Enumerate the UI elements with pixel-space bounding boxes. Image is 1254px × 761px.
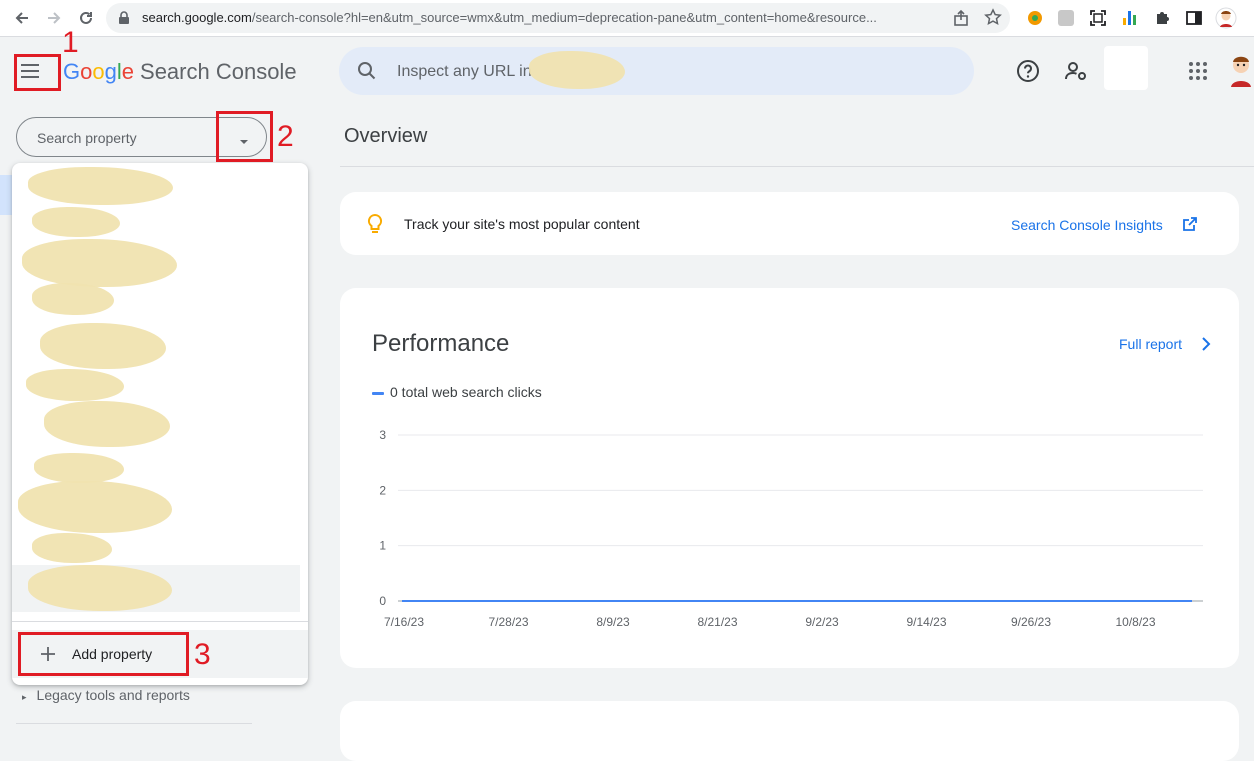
back-icon[interactable] [10,6,34,30]
property-dropdown [12,163,308,685]
insights-card: Track your site's most popular content S… [340,192,1239,255]
dropdown-divider [12,621,308,622]
lightbulb-icon [367,213,383,240]
legacy-tools-nav[interactable]: ▸ Legacy tools and reports [22,687,190,703]
title-divider [340,166,1254,167]
profile-avatar-icon[interactable] [1215,7,1237,29]
x-tick-label: 10/8/23 [1115,615,1155,629]
extension-gray-icon[interactable] [1055,7,1077,29]
x-tick-label: 8/9/23 [596,615,630,629]
apps-grid-icon[interactable] [1186,59,1210,88]
sidebar-divider [16,723,252,724]
x-tick-label: 9/2/23 [805,615,839,629]
redacted-property[interactable] [34,453,124,483]
open-in-new-icon[interactable] [1182,216,1198,237]
help-icon[interactable] [1016,59,1040,88]
puzzle-icon[interactable] [1151,7,1173,29]
redacted-property[interactable] [28,167,173,205]
analytics-icon[interactable] [1119,7,1141,29]
x-tick-label: 7/28/23 [488,615,528,629]
y-tick-label: 0 [379,594,386,608]
y-tick-label: 1 [379,539,386,553]
redacted-property[interactable] [22,239,177,287]
performance-card: Performance Full report 0 total web sear… [340,288,1239,668]
lock-icon [118,11,130,30]
redacted-property[interactable] [26,369,124,401]
app-header: Google Search Console Inspect any URL in [0,37,1254,107]
url-inspect-placeholder: Inspect any URL in [397,63,532,80]
search-icon [357,61,377,86]
performance-chart: 3 2 1 0 7/16/23 7/28/23 8/9/23 8/21/23 9/2/23 9/1… [379,428,1203,629]
annotation-box-1 [14,54,61,91]
redacted-property[interactable] [32,207,120,237]
extension-seo-icon[interactable] [1024,7,1046,29]
insights-text: Track your site's most popular content [404,216,640,232]
product-logo[interactable]: Google Search Console [63,59,297,85]
redacted-property[interactable] [32,283,114,315]
x-tick-label: 7/16/23 [384,615,424,629]
annotation-box-3 [18,632,189,676]
x-tick-label: 8/21/23 [697,615,737,629]
redacted-property [28,565,172,611]
y-tick-label: 2 [379,483,386,497]
next-card [340,701,1239,761]
search-property-placeholder: Search property [37,130,137,146]
account-avatar-icon[interactable] [1228,53,1254,92]
address-bar[interactable]: search.google.com/search-console?hl=en&u… [106,3,1010,33]
share-icon[interactable] [952,9,970,32]
redacted-property[interactable] [44,401,170,447]
account-placeholder[interactable] [1104,46,1148,90]
x-tick-label: 9/26/23 [1011,615,1051,629]
search-console-insights-link[interactable]: Search Console Insights [1011,217,1163,233]
redacted-property [529,51,625,89]
screenshot-icon[interactable] [1087,7,1109,29]
page-title: Overview [344,125,428,147]
address-url: search.google.com/search-console?hl=en&u… [142,10,877,25]
x-tick-label: 9/14/23 [906,615,946,629]
side-panel-icon[interactable] [1183,7,1205,29]
selected-nav-indicator [0,175,12,215]
redacted-property[interactable] [32,533,112,563]
hovered-property-row[interactable] [12,565,300,612]
browser-toolbar: search.google.com/search-console?hl=en&u… [0,0,1254,37]
url-inspect-input[interactable]: Inspect any URL in [339,47,974,95]
redacted-property[interactable] [18,481,172,533]
user-settings-icon[interactable] [1064,59,1088,88]
y-tick-label: 3 [379,428,386,442]
annotation-box-2 [216,111,273,162]
redacted-property[interactable] [40,323,166,369]
annotation-number-1: 1 [62,26,79,59]
expand-arrow-icon: ▸ [22,692,27,702]
annotation-number-3: 3 [194,638,211,671]
annotation-number-2: 2 [277,120,294,153]
bookmark-star-icon[interactable] [984,8,1002,31]
